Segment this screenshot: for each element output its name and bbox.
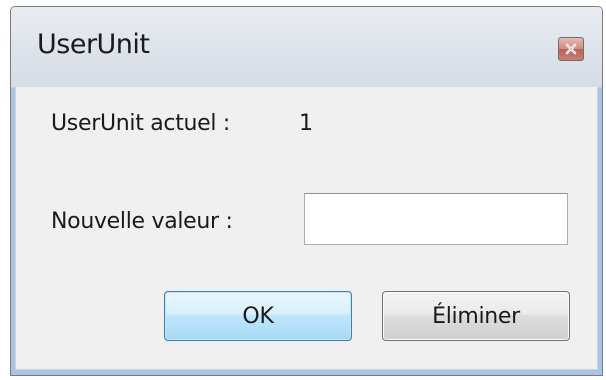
close-button[interactable] [558, 37, 584, 61]
new-value-input[interactable] [304, 193, 568, 245]
new-value-label: Nouvelle valeur : [51, 209, 233, 234]
delete-button[interactable]: Éliminer [382, 291, 570, 341]
current-userunit-label: UserUnit actuel : [51, 111, 231, 136]
current-userunit-value: 1 [299, 111, 313, 136]
ok-button[interactable]: OK [164, 291, 352, 341]
window-title: UserUnit [37, 29, 150, 60]
close-icon [564, 43, 578, 55]
dialog-window: UserUnit UserUnit actuel : 1 Nouvelle va… [10, 6, 603, 376]
title-bar[interactable]: UserUnit [11, 7, 602, 88]
dialog-body: UserUnit actuel : 1 Nouvelle valeur : OK… [15, 87, 598, 370]
